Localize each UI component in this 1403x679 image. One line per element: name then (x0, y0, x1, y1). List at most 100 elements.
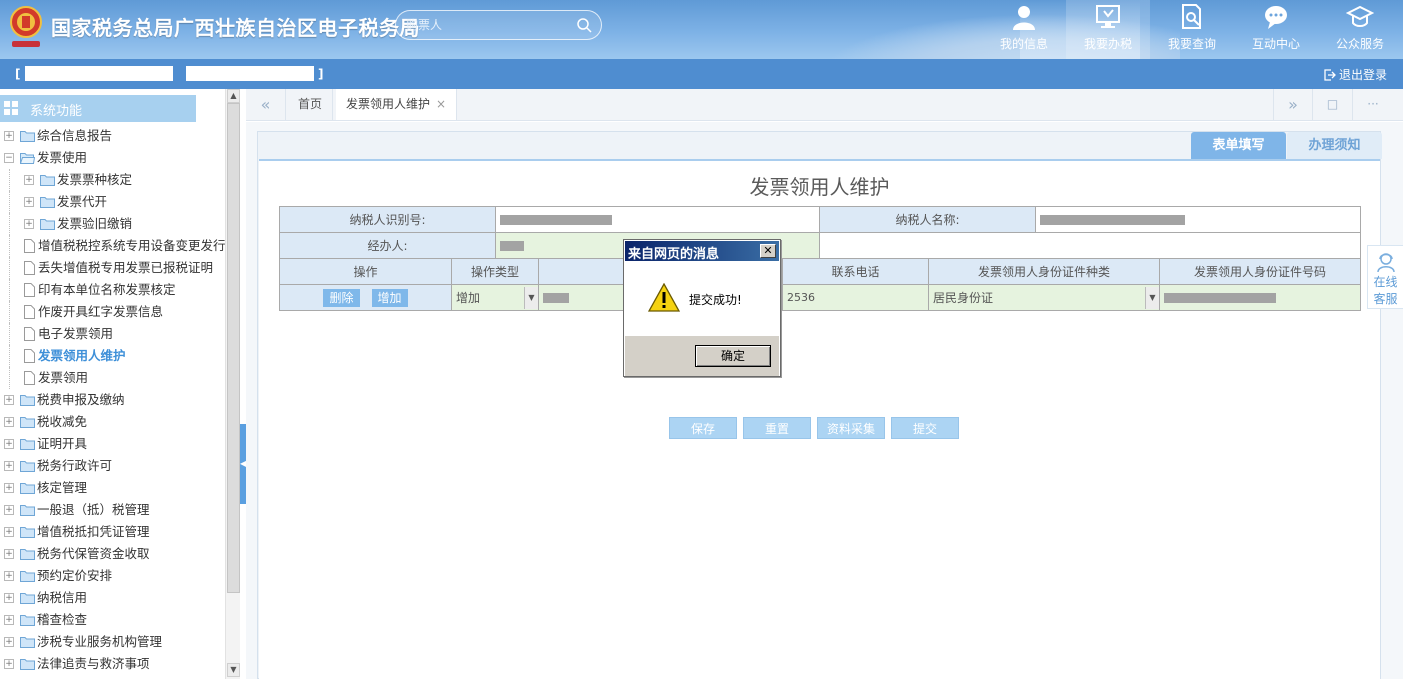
nav-interaction[interactable]: 互动中心 (1234, 0, 1318, 59)
chevron-down-icon[interactable]: ▼ (1145, 287, 1159, 309)
sidebar-item-label: 发票代开 (57, 194, 108, 209)
tab-label: 首页 (298, 97, 323, 111)
expand-icon[interactable]: + (4, 571, 14, 581)
document-search-icon (1182, 4, 1201, 29)
sidebar-scrollbar[interactable]: ▲ ▼ (225, 89, 240, 679)
folder-icon (20, 527, 35, 538)
sidebar-item[interactable]: 发票领用人维护 (0, 345, 224, 367)
sidebar-item[interactable]: + 税务行政许可 (0, 455, 224, 477)
sidebar-item[interactable]: + 税费申报及缴纳 (0, 389, 224, 411)
expand-icon[interactable]: + (4, 549, 14, 559)
expand-icon[interactable]: + (24, 197, 34, 207)
collect-data-button[interactable]: 资料采集 (817, 417, 885, 439)
search-box[interactable] (395, 10, 602, 40)
add-row-button[interactable]: 增加 (371, 288, 408, 307)
save-button[interactable]: 保存 (669, 417, 737, 439)
sidebar-item[interactable]: + 涉税专业服务机构管理 (0, 631, 224, 653)
sidebar-item[interactable]: + 发票票种核定 (0, 169, 224, 191)
tab-form-fill[interactable]: 表单填写 (1191, 132, 1286, 159)
chevron-down-icon[interactable]: ▼ (524, 287, 538, 309)
sidebar-item[interactable]: + 发票验旧缴销 (0, 213, 224, 235)
sidebar-item[interactable]: + 证明开具 (0, 433, 224, 455)
page-title: 发票领用人维护 (749, 175, 890, 199)
expand-icon[interactable]: + (4, 615, 14, 625)
expand-icon[interactable]: + (4, 659, 14, 669)
folder-icon (20, 615, 35, 626)
document-icon (24, 261, 35, 275)
sidebar-item[interactable]: + 核定管理 (0, 477, 224, 499)
sidebar-item[interactable]: + 预约定价安排 (0, 565, 224, 587)
nav-public-service[interactable]: 公众服务 (1318, 0, 1402, 59)
expand-icon[interactable]: + (24, 175, 34, 185)
restore-window-button[interactable]: □ (1313, 89, 1353, 120)
search-icon[interactable] (576, 17, 592, 33)
ok-button[interactable]: 确定 (695, 345, 771, 367)
sidebar-item[interactable]: 丢失增值税专用发票已报税证明 (0, 257, 224, 279)
sidebar-item[interactable]: + 纳税信用 (0, 587, 224, 609)
sidebar-item[interactable]: 发票领用 (0, 367, 224, 389)
more-options-button[interactable]: ··· (1353, 89, 1393, 120)
sidebar-item[interactable]: 电子发票领用 (0, 323, 224, 345)
sidebar-item-label: 纳税信用 (37, 590, 88, 605)
submit-button[interactable]: 提交 (891, 417, 959, 439)
expand-icon[interactable]: + (4, 417, 14, 427)
expand-icon[interactable]: + (4, 439, 14, 449)
dialog-titlebar[interactable]: 来自网页的消息 ✕ (625, 241, 779, 262)
sidebar-item[interactable]: + 稽查检查 (0, 609, 224, 631)
sidebar-item[interactable]: + 税收减免 (0, 411, 224, 433)
tab-invoice-recipient[interactable]: 发票领用人维护 × (336, 89, 458, 120)
expand-icon[interactable]: + (4, 637, 14, 647)
online-service-widget[interactable]: 在线 客服 (1367, 245, 1403, 309)
expand-icon[interactable]: + (4, 395, 14, 405)
tab-scroll-left-button[interactable]: « (246, 89, 286, 120)
sidebar-item[interactable]: 印有本单位名称发票核定 (0, 279, 224, 301)
expand-icon[interactable]: + (4, 483, 14, 493)
folder-icon (40, 175, 55, 186)
id-number-field[interactable] (1159, 284, 1361, 311)
nav-handle-tax[interactable]: 我要办税 (1066, 0, 1150, 59)
nav-query[interactable]: 我要查询 (1150, 0, 1234, 59)
expand-icon[interactable]: + (24, 219, 34, 229)
expand-icon[interactable]: + (4, 131, 14, 141)
folder-icon (20, 593, 35, 604)
sidebar-item[interactable]: + 发票代开 (0, 191, 224, 213)
tab-handling-notice[interactable]: 办理须知 (1287, 132, 1382, 159)
form-frame: 表单填写 办理须知 发票领用人维护 纳税人识别号: 纳税人名称: 经办人: 操作… (257, 131, 1382, 679)
folder-icon (20, 395, 35, 406)
expand-icon[interactable]: + (4, 593, 14, 603)
online-service-label: 在线 (1373, 275, 1398, 289)
sidebar-item[interactable]: + 税务代保管资金收取 (0, 543, 224, 565)
sidebar-item-label: 预约定价安排 (37, 568, 113, 583)
logout-button[interactable]: 退出登录 (1324, 66, 1387, 83)
tab-close-icon[interactable]: × (436, 97, 446, 111)
op-type-select[interactable]: 增加 ▼ (451, 284, 539, 311)
sidebar-item[interactable]: + 一般退（抵）税管理 (0, 499, 224, 521)
sidebar-item[interactable]: − 发票使用 (0, 147, 224, 169)
expand-icon[interactable]: + (4, 461, 14, 471)
sidebar-item[interactable]: + 法律追责与救济事项 (0, 653, 224, 675)
sidebar-item[interactable]: + 增值税抵扣凭证管理 (0, 521, 224, 543)
expand-icon[interactable]: + (4, 527, 14, 537)
id-type-select[interactable]: 居民身份证 ▼ (928, 284, 1160, 311)
taxpayer-id-value (495, 206, 820, 233)
document-icon (24, 239, 35, 253)
scroll-down-arrow-icon[interactable]: ▼ (227, 663, 240, 677)
sidebar-item[interactable]: 作废开具红字发票信息 (0, 301, 224, 323)
search-input[interactable] (406, 16, 571, 34)
expand-icon[interactable]: + (4, 505, 14, 515)
warning-icon (648, 283, 680, 312)
logout-label: 退出登录 (1338, 68, 1387, 82)
sidebar-item[interactable]: 增值税税控系统专用设备变更发行 (0, 235, 226, 257)
nav-my-info[interactable]: 我的信息 (982, 0, 1066, 59)
sidebar-item-label: 核定管理 (37, 480, 88, 495)
tab-scroll-right-button[interactable]: » (1273, 89, 1313, 120)
sidebar-item[interactable]: + 综合信息报告 (0, 125, 224, 147)
delete-row-button[interactable]: 删除 (323, 288, 360, 307)
reset-button[interactable]: 重置 (743, 417, 811, 439)
scroll-up-arrow-icon[interactable]: ▲ (227, 89, 240, 103)
phone-field[interactable]: 2536 (782, 284, 929, 311)
close-icon[interactable]: ✕ (760, 244, 776, 258)
scrollbar-thumb[interactable] (227, 103, 240, 593)
tab-home[interactable]: 首页 (288, 89, 334, 120)
collapse-icon[interactable]: − (4, 153, 14, 163)
